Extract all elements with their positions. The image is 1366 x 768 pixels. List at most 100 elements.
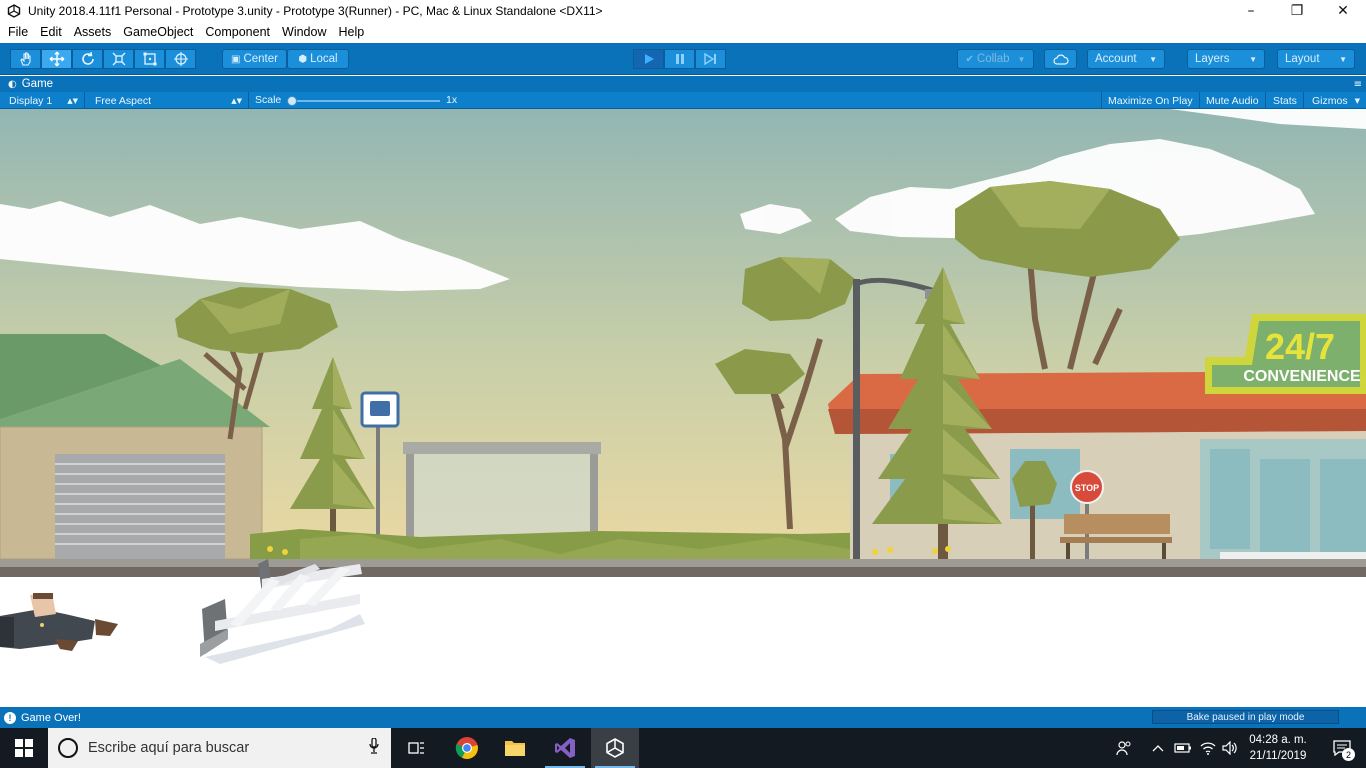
task-view-button[interactable] xyxy=(393,728,441,768)
game-tab-row: ◐ Game ≡ xyxy=(0,76,1366,92)
chevron-down-icon: ▼ xyxy=(1149,54,1157,64)
tab-game[interactable]: ◐ Game xyxy=(0,78,53,90)
menu-window[interactable]: Window xyxy=(276,22,332,43)
scale-slider-handle[interactable] xyxy=(287,96,297,106)
scale-label: Scale xyxy=(255,94,282,106)
main-toolbar: ▣ Center ⬢ Local ✔ Collab ▼ Account ▼ La… xyxy=(0,43,1366,75)
cube-icon: ⬢ xyxy=(298,53,308,65)
step-button[interactable] xyxy=(695,49,726,69)
aspect-dropdown[interactable]: Free Aspect ▲▼ xyxy=(89,92,249,109)
play-controls xyxy=(633,49,726,69)
account-dropdown[interactable]: Account ▼ xyxy=(1087,49,1165,69)
microphone-icon[interactable] xyxy=(369,737,379,758)
updown-icon: ▲▼ xyxy=(67,96,78,105)
search-placeholder: Escribe aquí para buscar xyxy=(88,740,250,756)
menu-gameobject[interactable]: GameObject xyxy=(117,22,199,43)
taskbar-chrome[interactable] xyxy=(443,728,491,768)
panel-menu-icon[interactable]: ≡ xyxy=(1354,79,1362,90)
pivot-toggles: ▣ Center ⬢ Local xyxy=(222,49,349,69)
close-button[interactable]: ✕ xyxy=(1320,0,1366,22)
notification-count: 2 xyxy=(1342,748,1355,761)
menu-file[interactable]: File xyxy=(2,22,34,43)
status-bar: ! Game Over! Bake paused in play mode xyxy=(0,707,1366,728)
cortana-icon xyxy=(58,738,78,758)
windows-taskbar: Escribe aquí para buscar 04:28 a. m. 21/… xyxy=(0,728,1366,768)
wifi-icon[interactable] xyxy=(1197,728,1219,768)
chevron-up-icon[interactable] xyxy=(1148,728,1168,768)
play-button[interactable] xyxy=(633,49,664,69)
menu-assets[interactable]: Assets xyxy=(68,22,118,43)
transform-tool-icon[interactable] xyxy=(165,49,196,69)
unity-icon xyxy=(606,738,624,758)
gizmos-dropdown[interactable]: Gizmos ▼ xyxy=(1306,92,1366,109)
taskbar-unity[interactable] xyxy=(591,728,639,768)
taskbar-search[interactable]: Escribe aquí para buscar xyxy=(48,728,391,768)
minimize-button[interactable]: – xyxy=(1228,0,1274,22)
window-title: Unity 2018.4.11f1 Personal - Prototype 3… xyxy=(28,4,603,18)
pivot-center-icon: ▣ xyxy=(231,53,241,65)
menu-bar: File Edit Assets GameObject Component Wi… xyxy=(0,22,1366,43)
rotate-tool-icon[interactable] xyxy=(72,49,103,69)
rect-tool-icon[interactable] xyxy=(134,49,165,69)
window-title-bar: Unity 2018.4.11f1 Personal - Prototype 3… xyxy=(0,0,1366,22)
status-message[interactable]: Game Over! xyxy=(21,712,81,724)
game-scene: 24/7 CONVENIENCE STOP xyxy=(0,109,1366,707)
taskbar-visual-studio[interactable] xyxy=(541,728,589,768)
move-tool-icon[interactable] xyxy=(41,49,72,69)
updown-icon: ▲▼ xyxy=(231,96,242,105)
pivot-center-button[interactable]: ▣ Center xyxy=(222,49,287,69)
system-clock[interactable]: 04:28 a. m. 21/11/2019 xyxy=(1240,732,1316,764)
pause-button[interactable] xyxy=(664,49,695,69)
chevron-down-icon: ▼ xyxy=(1017,54,1026,64)
scale-value: 1x xyxy=(446,94,458,106)
menu-edit[interactable]: Edit xyxy=(34,22,68,43)
people-icon[interactable] xyxy=(1112,728,1136,768)
game-controller-icon: ◐ xyxy=(8,78,17,90)
game-view-controls: Display 1 ▲▼ Free Aspect ▲▼ Scale 1x Max… xyxy=(0,92,1366,109)
chevron-down-icon: ▼ xyxy=(1249,54,1257,64)
menu-component[interactable]: Component xyxy=(199,22,276,43)
menu-help[interactable]: Help xyxy=(332,22,370,43)
info-icon: ! xyxy=(4,711,16,724)
scale-slider-track[interactable] xyxy=(290,100,440,102)
pause-icon xyxy=(675,54,684,64)
chevron-down-icon: ▼ xyxy=(1354,96,1360,105)
scale-tool-icon[interactable] xyxy=(103,49,134,69)
step-icon xyxy=(703,53,716,65)
bake-status: Bake paused in play mode xyxy=(1152,710,1339,724)
mute-audio-toggle[interactable]: Mute Audio xyxy=(1200,92,1266,109)
store-sign-text: CONVENIENCE xyxy=(1243,368,1361,385)
clock-time: 04:28 a. m. xyxy=(1249,734,1307,746)
restore-button[interactable]: ❐ xyxy=(1274,0,1320,22)
task-view-icon xyxy=(408,742,424,754)
stats-toggle[interactable]: Stats xyxy=(1267,92,1304,109)
windows-logo-icon xyxy=(15,739,33,757)
curb xyxy=(0,567,1366,577)
display-dropdown[interactable]: Display 1 ▲▼ xyxy=(3,92,85,109)
folder-icon xyxy=(505,741,525,756)
layers-dropdown[interactable]: Layers ▼ xyxy=(1187,49,1265,69)
collab-dropdown[interactable]: ✔ Collab ▼ xyxy=(957,49,1034,69)
check-icon: ✔ xyxy=(965,53,974,65)
store-sign-number: 24/7 xyxy=(1265,326,1335,367)
taskbar-file-explorer[interactable] xyxy=(491,728,539,768)
hand-tool-icon[interactable] xyxy=(10,49,41,69)
cloud-button[interactable] xyxy=(1044,49,1077,69)
maximize-on-play-toggle[interactable]: Maximize On Play xyxy=(1101,92,1200,109)
cloud-icon xyxy=(1052,54,1069,65)
clock-date: 21/11/2019 xyxy=(1249,750,1307,762)
layout-dropdown[interactable]: Layout ▼ xyxy=(1277,49,1355,69)
stop-sign-text: STOP xyxy=(1075,483,1099,493)
chevron-down-icon: ▼ xyxy=(1339,54,1347,64)
battery-icon[interactable] xyxy=(1172,728,1194,768)
transform-tools xyxy=(10,49,196,69)
game-viewport[interactable]: 24/7 CONVENIENCE STOP xyxy=(0,109,1366,707)
unity-logo-icon xyxy=(6,3,22,19)
volume-icon[interactable] xyxy=(1219,728,1241,768)
visual-studio-icon xyxy=(555,738,575,758)
sidewalk xyxy=(0,559,1366,567)
start-button[interactable] xyxy=(0,728,48,768)
play-icon xyxy=(644,54,654,64)
pivot-local-button[interactable]: ⬢ Local xyxy=(287,49,349,69)
action-center-button[interactable]: 2 xyxy=(1322,728,1362,768)
